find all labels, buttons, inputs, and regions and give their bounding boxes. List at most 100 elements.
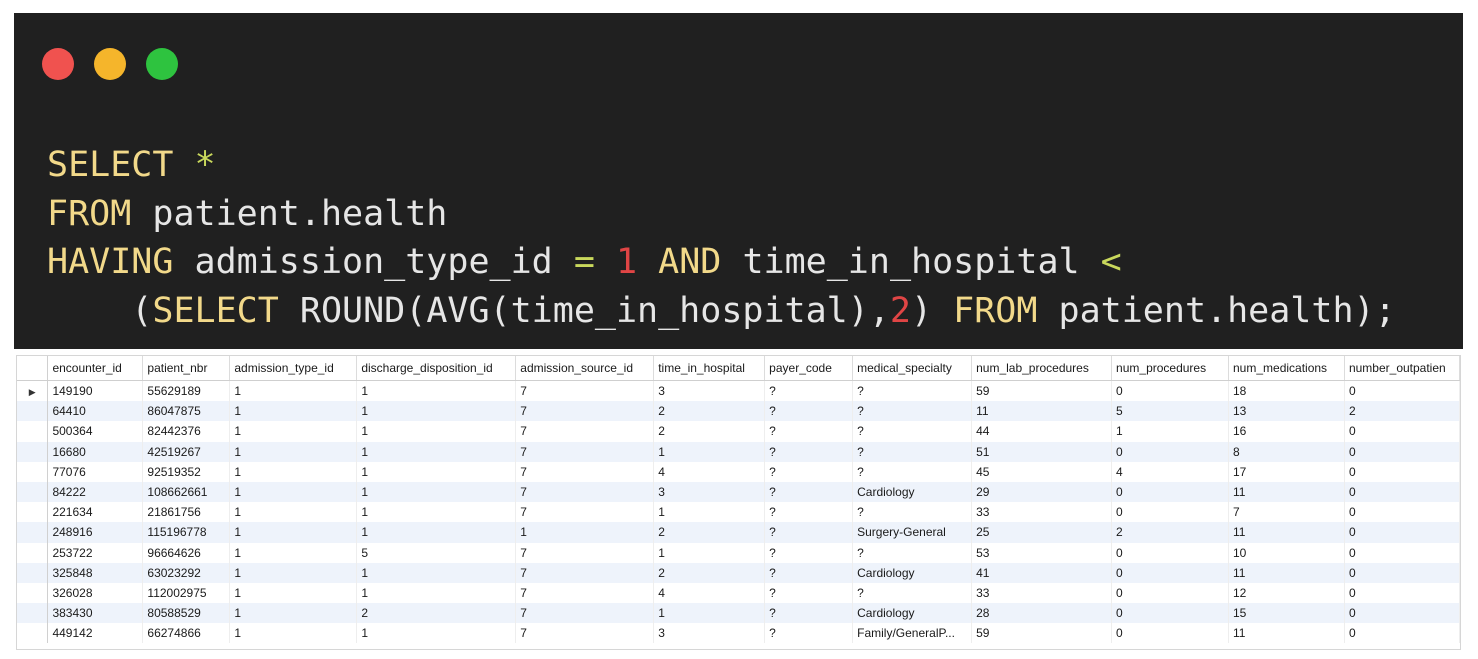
- table-cell[interactable]: Family/GeneralP...: [852, 623, 973, 644]
- table-cell[interactable]: 1: [229, 542, 358, 563]
- table-cell[interactable]: 5: [1111, 401, 1229, 422]
- table-cell[interactable]: 0: [1111, 603, 1229, 624]
- table-cell[interactable]: 59: [971, 380, 1113, 402]
- table-cell[interactable]: 1: [356, 481, 517, 503]
- table-cell[interactable]: 33: [971, 582, 1113, 604]
- row-indicator[interactable]: [17, 441, 49, 462]
- column-header-patient-nbr[interactable]: patient_nbr: [142, 356, 231, 381]
- table-cell[interactable]: 449142: [47, 623, 144, 644]
- table-cell[interactable]: 7: [515, 562, 655, 583]
- table-cell[interactable]: 1: [229, 421, 358, 442]
- table-cell[interactable]: 7: [515, 603, 655, 624]
- table-cell[interactable]: 325848: [47, 562, 144, 583]
- row-indicator[interactable]: [17, 461, 49, 482]
- table-cell[interactable]: 29: [971, 481, 1113, 503]
- table-cell[interactable]: 7: [515, 542, 655, 563]
- table-cell[interactable]: 11: [1228, 623, 1345, 644]
- table-cell[interactable]: 221634: [47, 502, 144, 523]
- table-cell[interactable]: 84222: [47, 481, 144, 503]
- table-cell[interactable]: 0: [1344, 502, 1460, 523]
- table-cell[interactable]: 0: [1344, 562, 1460, 583]
- table-cell[interactable]: 7: [515, 461, 655, 482]
- table-cell[interactable]: 16: [1228, 421, 1345, 442]
- column-header-admission-type-id[interactable]: admission_type_id: [229, 356, 358, 381]
- table-cell[interactable]: 66274866: [142, 623, 231, 644]
- table-cell[interactable]: 7: [515, 380, 655, 402]
- table-cell[interactable]: ?: [764, 603, 854, 624]
- table-row[interactable]: 77076 92519352 1 1 7 4?? 45 4 17 0: [17, 461, 1460, 482]
- table-row[interactable]: 500364 82442376 1 1 7 2?? 44 1 16 0: [17, 421, 1460, 442]
- table-cell[interactable]: 11: [1228, 481, 1345, 503]
- table-cell[interactable]: Cardiology: [852, 481, 973, 503]
- table-cell[interactable]: 3: [653, 481, 766, 503]
- table-cell[interactable]: 0: [1344, 421, 1460, 442]
- table-cell[interactable]: 96664626: [142, 542, 231, 563]
- row-indicator[interactable]: [17, 582, 49, 604]
- table-cell[interactable]: 2: [653, 562, 766, 583]
- table-cell[interactable]: 42519267: [142, 441, 231, 462]
- table-row[interactable]: 16680 42519267 1 1 7 1?? 51 0 8 0: [17, 441, 1460, 462]
- table-cell[interactable]: 13: [1228, 401, 1345, 422]
- table-cell[interactable]: 1: [356, 623, 517, 644]
- table-cell[interactable]: 16680: [47, 441, 144, 462]
- table-cell[interactable]: ?: [764, 441, 854, 462]
- table-cell[interactable]: Cardiology: [852, 562, 973, 583]
- table-cell[interactable]: 7: [515, 481, 655, 503]
- table-row[interactable]: 326028 112002975 1 1 7 4?? 33 0 12 0: [17, 582, 1460, 604]
- close-window-button[interactable]: [42, 48, 74, 80]
- table-cell[interactable]: 1: [356, 461, 517, 482]
- table-cell[interactable]: 1: [229, 603, 358, 624]
- table-cell[interactable]: 0: [1344, 603, 1460, 624]
- table-cell[interactable]: ?: [764, 502, 854, 523]
- table-cell[interactable]: 1: [356, 380, 517, 402]
- table-row[interactable]: 248916 115196778 1 1 1 2? Surgery-General 25 2 11…: [17, 522, 1460, 543]
- table-cell[interactable]: 4: [653, 461, 766, 482]
- column-header-payer-code[interactable]: payer_code: [764, 356, 854, 381]
- table-cell[interactable]: 0: [1111, 623, 1229, 644]
- table-cell[interactable]: ?: [764, 421, 854, 442]
- table-cell[interactable]: 4: [653, 582, 766, 604]
- column-header-num-procedures[interactable]: num_procedures: [1111, 356, 1229, 381]
- table-cell[interactable]: ?: [852, 582, 973, 604]
- table-cell[interactable]: 21861756: [142, 502, 231, 523]
- table-row[interactable]: 64410 86047875 1 1 7 2?? 11 5 13 2: [17, 401, 1460, 422]
- table-cell[interactable]: 149190: [47, 380, 144, 402]
- table-cell[interactable]: 0: [1111, 481, 1229, 503]
- result-grid[interactable]: encounter_id patient_nbr admission_type_id…: [16, 355, 1461, 650]
- table-cell[interactable]: Surgery-General: [852, 522, 973, 543]
- table-cell[interactable]: 1: [229, 562, 358, 583]
- table-cell[interactable]: 15: [1228, 603, 1345, 624]
- table-cell[interactable]: ?: [852, 380, 973, 402]
- table-cell[interactable]: 0: [1344, 481, 1460, 503]
- table-cell[interactable]: 1: [229, 461, 358, 482]
- table-cell[interactable]: 1: [653, 441, 766, 462]
- table-cell[interactable]: 1: [229, 481, 358, 503]
- row-indicator[interactable]: [17, 502, 49, 523]
- table-cell[interactable]: 1: [229, 582, 358, 604]
- table-cell[interactable]: ?: [852, 542, 973, 563]
- table-cell[interactable]: 1: [356, 582, 517, 604]
- table-cell[interactable]: 7: [515, 401, 655, 422]
- column-header-encounter-id[interactable]: encounter_id: [47, 356, 144, 381]
- table-cell[interactable]: 1: [356, 562, 517, 583]
- table-cell[interactable]: ?: [852, 441, 973, 462]
- table-cell[interactable]: 1: [229, 623, 358, 644]
- table-cell[interactable]: 3: [653, 623, 766, 644]
- table-cell[interactable]: 10: [1228, 542, 1345, 563]
- table-cell[interactable]: ?: [764, 522, 854, 543]
- table-cell[interactable]: 11: [1228, 522, 1345, 543]
- column-header-medical-specialty[interactable]: medical_specialty: [852, 356, 973, 381]
- table-cell[interactable]: 2: [1111, 522, 1229, 543]
- table-cell[interactable]: 0: [1111, 502, 1229, 523]
- table-cell[interactable]: 1: [653, 502, 766, 523]
- table-cell[interactable]: 59: [971, 623, 1113, 644]
- row-indicator[interactable]: [17, 562, 49, 583]
- table-cell[interactable]: 17: [1228, 461, 1345, 482]
- column-header-num-medications[interactable]: num_medications: [1228, 356, 1345, 381]
- table-cell[interactable]: 253722: [47, 542, 144, 563]
- table-cell[interactable]: 12: [1228, 582, 1345, 604]
- table-cell[interactable]: ?: [764, 401, 854, 422]
- table-cell[interactable]: ?: [764, 542, 854, 563]
- table-cell[interactable]: 53: [971, 542, 1113, 563]
- table-cell[interactable]: 33: [971, 502, 1113, 523]
